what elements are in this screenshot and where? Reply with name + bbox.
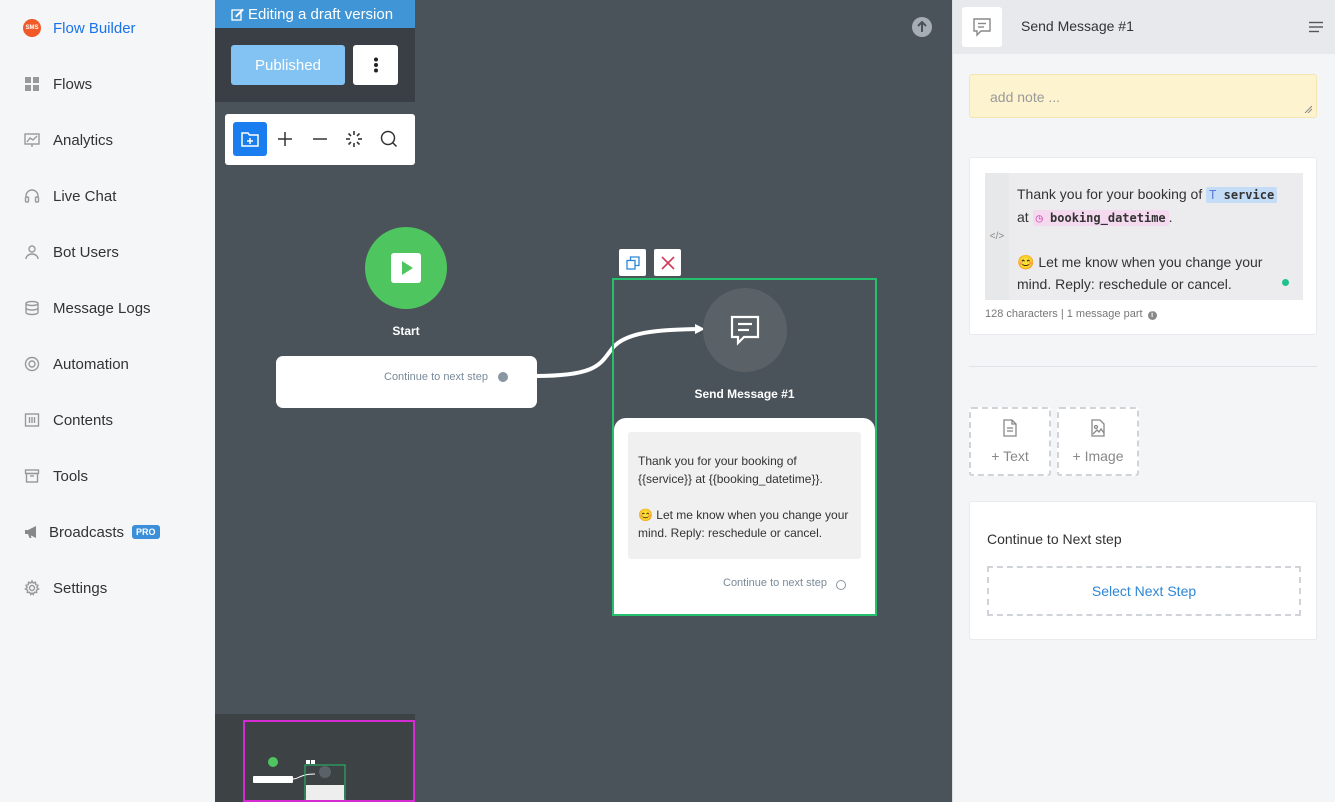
character-count: 128 characters | 1 message part i <box>985 308 1157 320</box>
panel-header: Send Message #1 <box>953 0 1335 54</box>
text-variable-icon: T <box>1209 188 1217 202</box>
archive-icon <box>22 466 42 486</box>
play-icon <box>391 253 421 283</box>
sidebar-item-label: Live Chat <box>53 187 117 205</box>
menu-icon <box>1309 21 1323 33</box>
minimap[interactable] <box>215 714 415 802</box>
sidebar-item-label: Tools <box>53 467 89 485</box>
gear-icon <box>22 578 42 598</box>
sidebar-item-message-logs[interactable]: Message Logs <box>0 288 215 328</box>
message-node-card: Thank you for your booking of {{service}… <box>614 418 875 614</box>
divider <box>969 366 1317 367</box>
add-text-label: + Text <box>991 448 1029 464</box>
status-dot <box>1282 279 1289 286</box>
connector-dot[interactable] <box>836 580 846 590</box>
connector-dot[interactable] <box>498 372 508 382</box>
minimap-preview <box>253 757 346 801</box>
sidebar-item-label: Message Logs <box>53 299 151 317</box>
image-icon <box>1090 419 1106 440</box>
columns-icon <box>22 410 42 430</box>
message-line: Thank you for your booking of <box>638 454 797 468</box>
close-icon <box>660 255 675 270</box>
code-toggle[interactable]: </> <box>985 173 1009 300</box>
message-text: Thank you for your booking of <box>1017 186 1203 202</box>
copy-icon <box>625 255 640 270</box>
message-node-icon-circle <box>703 288 787 372</box>
lifebuoy-icon <box>22 354 42 374</box>
message-line: {{service}} at {{booking_datetime}}. <box>638 472 823 486</box>
sidebar-item-label: Analytics <box>53 131 114 149</box>
variable-tag-datetime[interactable]: ◷ booking_datetime <box>1032 210 1169 226</box>
note-textarea[interactable]: add note ... <box>969 74 1317 118</box>
message-line: mind. Reply: reschedule or cancel. <box>638 526 823 540</box>
message-text: 😊 Let me know when you change your mind.… <box>1017 254 1263 292</box>
start-node-label: Start <box>392 324 420 338</box>
sidebar-item-flows[interactable]: Flows <box>0 64 215 104</box>
grid-icon <box>22 74 42 94</box>
start-node[interactable] <box>365 227 447 309</box>
sidebar-item-label: Bot Users <box>53 243 119 261</box>
panel-title: Send Message #1 <box>1021 18 1134 34</box>
sidebar-item-label: Settings <box>53 579 108 597</box>
sidebar-item-label: Flows <box>53 75 93 93</box>
chart-icon <box>22 130 42 150</box>
message-icon <box>730 315 760 346</box>
clock-icon: ◷ <box>1035 211 1043 225</box>
continue-panel: Continue to Next step Select Next Step <box>969 501 1317 640</box>
note-placeholder: add note ... <box>990 89 1061 105</box>
resize-handle-icon <box>1304 105 1312 113</box>
sidebar-item-label: Flow Builder <box>53 19 136 37</box>
add-image-label: + Image <box>1072 448 1124 464</box>
message-node-title: Send Message #1 <box>694 387 795 401</box>
user-icon <box>22 242 42 262</box>
sms-logo-icon: SMS <box>22 18 42 38</box>
continue-label: Continue to next step <box>723 577 827 589</box>
minimap-viewport <box>243 720 415 802</box>
sidebar-item-label: Contents <box>53 411 114 429</box>
code-icon: </> <box>989 231 1005 242</box>
pro-badge: PRO <box>132 525 160 539</box>
duplicate-node-button[interactable] <box>619 249 646 276</box>
sidebar-item-broadcasts[interactable]: Broadcasts PRO <box>0 512 215 552</box>
headset-icon <box>22 186 42 206</box>
sidebar-item-contents[interactable]: Contents <box>0 400 215 440</box>
megaphone-icon <box>22 522 42 542</box>
add-text-button[interactable]: + Text <box>969 407 1051 476</box>
delete-node-button[interactable] <box>654 249 681 276</box>
flow-canvas[interactable]: Editing a draft version Published Start … <box>215 0 952 802</box>
message-editor-panel: </> Thank you for your booking of T serv… <box>969 157 1317 335</box>
start-node-card[interactable]: Continue to next step <box>276 356 537 408</box>
select-next-step-button[interactable]: Select Next Step <box>987 566 1301 616</box>
message-icon <box>973 18 991 37</box>
message-type-button[interactable] <box>962 7 1002 47</box>
continue-label: Continue to Next step <box>987 531 1122 547</box>
variable-tag-service[interactable]: T service <box>1206 187 1278 203</box>
database-icon <box>22 298 42 318</box>
sidebar-item-live-chat[interactable]: Live Chat <box>0 176 215 216</box>
add-image-button[interactable]: + Image <box>1057 407 1139 476</box>
message-line: 😊 Let me know when you change your <box>638 508 849 522</box>
sidebar-item-label: Broadcasts <box>49 523 125 541</box>
message-editor[interactable]: Thank you for your booking of T service … <box>1009 173 1303 300</box>
message-text: at <box>1017 209 1029 225</box>
sidebar-item-analytics[interactable]: Analytics <box>0 120 215 160</box>
sidebar-item-automation[interactable]: Automation <box>0 344 215 384</box>
sidebar-item-tools[interactable]: Tools <box>0 456 215 496</box>
message-preview: Thank you for your booking of {{service}… <box>628 432 861 559</box>
sidebar-item-settings[interactable]: Settings <box>0 568 215 608</box>
sidebar-item-label: Automation <box>53 355 129 373</box>
sidebar-item-bot-users[interactable]: Bot Users <box>0 232 215 272</box>
continue-label: Continue to next step <box>384 371 488 383</box>
panel-menu-button[interactable] <box>1309 20 1323 38</box>
sidebar-item-flow-builder[interactable]: SMS Flow Builder <box>0 8 215 48</box>
info-icon[interactable]: i <box>1147 311 1157 320</box>
properties-panel: Send Message #1 add note ... </> Thank y… <box>952 0 1335 802</box>
sidebar: SMS Flow Builder Flows Analytics Live Ch… <box>0 0 215 802</box>
document-icon <box>1002 419 1018 440</box>
send-message-node[interactable]: Send Message #1 Thank you for your booki… <box>612 278 877 616</box>
